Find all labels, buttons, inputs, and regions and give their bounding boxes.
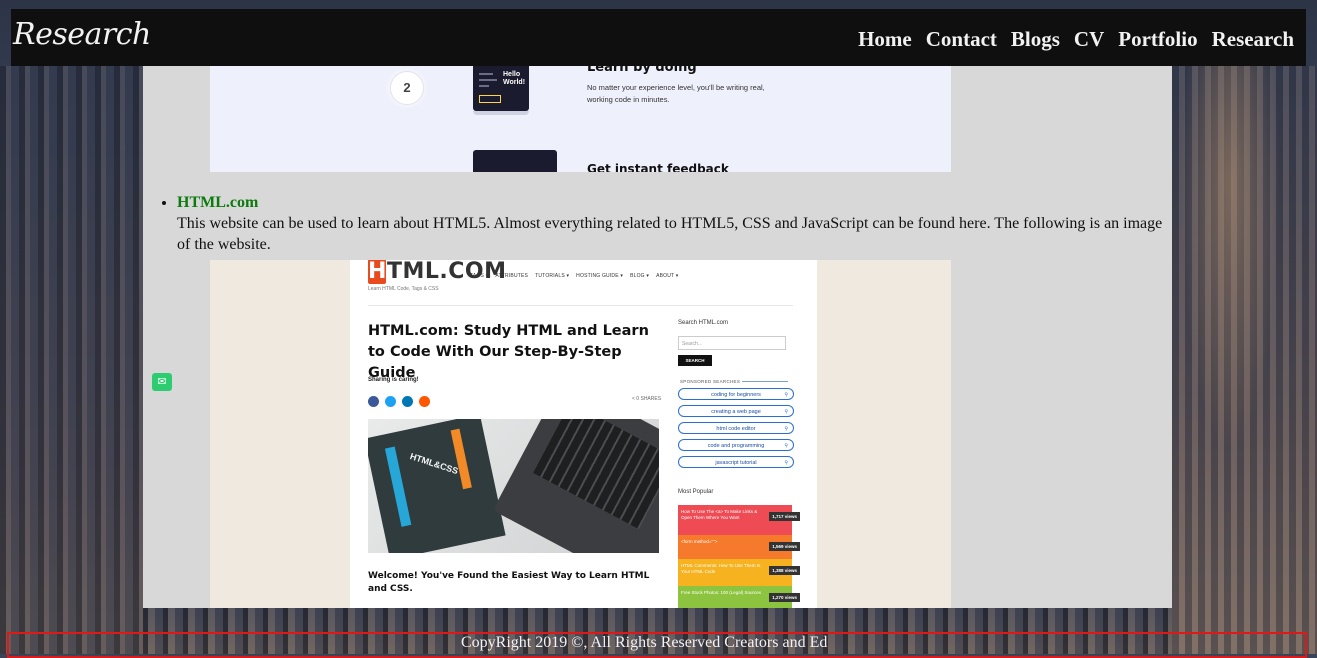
nav-link-contact[interactable]: Contact (926, 27, 997, 52)
learn-by-doing-title: Learn by doing (587, 66, 697, 75)
book-stripe (450, 428, 472, 490)
share-count: < 0 SHARES (632, 396, 662, 402)
nav-link-blogs[interactable]: Blogs (1011, 27, 1060, 52)
reddit-icon (419, 396, 430, 407)
htmlcom-nav-item: ABOUT ▾ (656, 273, 679, 279)
sponsored-pill: coding for beginners ⚲ (678, 388, 794, 400)
htmlcom-nav-item: HOSTING GUIDE ▾ (576, 273, 624, 279)
site-logo[interactable]: Research (13, 17, 151, 52)
feedback-thumbnail (473, 150, 557, 172)
most-popular-text: Free Stock Photos: 100 (Legal) Sources (681, 590, 762, 595)
htmlcom-tagline: Learn HTML Code, Tags & CSS (368, 286, 439, 292)
pill-label: creating a web page (711, 409, 761, 415)
background-bookshelf-left (0, 66, 143, 654)
sponsored-pill: html code editor ⚲ (678, 422, 794, 434)
htmlcom-logo-mark: H (368, 260, 387, 284)
facebook-icon (368, 396, 379, 407)
footer: CopyRight 2019 ©, All Rights Reserved Cr… (7, 632, 1307, 658)
code-preview-thumbnail: Hello World! (473, 66, 529, 111)
list-item: HTML.com This website can be used to lea… (177, 192, 1171, 255)
learn-by-doing-text: No matter your experience level, you'll … (587, 83, 765, 104)
htmlcom-sidebar: Search HTML.com Search... SEARCH SPONSOR… (678, 260, 808, 608)
most-popular-text: <form method=""> (681, 539, 718, 544)
background-bookshelf-right (1172, 66, 1317, 654)
resource-description: This website can be used to learn about … (177, 215, 1163, 253)
website-screenshot-previous: 2 Hello World! Learn by doing No matter … (210, 66, 951, 172)
step-number: 2 (390, 71, 424, 105)
nav-link-portfolio[interactable]: Portfolio (1118, 27, 1197, 52)
sponsored-label: SPONSORED SEARCHES (680, 379, 741, 384)
code-line (479, 85, 489, 87)
pill-label: coding for beginners (711, 392, 761, 398)
welcome-heading: Welcome! You've Found the Easiest Way to… (368, 571, 650, 594)
sidebar-search-button: SEARCH (678, 355, 712, 366)
twitter-icon (385, 396, 396, 407)
views-badge: 1,388 views (769, 566, 800, 575)
code-line (479, 73, 493, 75)
sidebar-search-input: Search... (678, 336, 786, 350)
most-popular-item: How To Use The <a> To Make Links & Open … (678, 505, 800, 535)
htmlcom-nav-item: ATTRIBUTES (495, 273, 529, 279)
nav-link-cv[interactable]: CV (1074, 27, 1104, 52)
most-popular-title: Most Popular (678, 489, 714, 495)
htmlcom-page: HTML.COM Learn HTML Code, Tags & CSS TAG… (350, 260, 817, 608)
laptop-image (492, 419, 659, 553)
search-icon: ⚲ (784, 409, 788, 415)
laptop-keyboard (533, 419, 659, 530)
code-line (479, 79, 497, 81)
code-preview-output: Hello World! (503, 71, 526, 86)
most-popular-text: HTML Comments: How To Use Them In Your H… (681, 563, 761, 574)
chat-support-button[interactable]: ✉ (152, 373, 172, 391)
most-popular-text: How To Use The <a> To Make Links & Open … (681, 509, 758, 520)
search-icon: ⚲ (784, 460, 788, 466)
instant-feedback-title: Get instant feedback (587, 162, 729, 172)
divider (742, 381, 788, 382)
sharing-label: Sharing is caring! (368, 377, 419, 383)
views-badge: 1,717 views (769, 512, 800, 521)
pill-label: html code editor (716, 426, 756, 432)
htmlcom-logo: HTML.COM (368, 260, 507, 284)
hero-image: HTML&CSS (368, 419, 659, 553)
book-image: HTML&CSS (368, 419, 506, 553)
resource-list: HTML.com This website can be used to lea… (161, 192, 1171, 255)
linkedin-icon (402, 396, 413, 407)
sidebar-search-title: Search HTML.com (678, 320, 729, 326)
top-navbar: Research Home Contact Blogs CV Portfolio… (11, 9, 1306, 66)
nav-links: Home Contact Blogs CV Portfolio Research (858, 27, 1294, 52)
htmlcom-nav: TAGS ▾ ATTRIBUTES TUTORIALS ▾ HOSTING GU… (470, 273, 679, 279)
htmlcom-nav-item: TUTORIALS ▾ (535, 273, 570, 279)
htmlcom-link[interactable]: HTML.com (177, 194, 258, 211)
resource-entry: HTML.com This website can be used to lea… (161, 192, 1171, 255)
htmlcom-headline: HTML.com: Study HTML and Learn to Code W… (368, 323, 649, 381)
footer-copyright: CopyRight 2019 ©, All Rights Reserved Cr… (461, 634, 828, 651)
pill-label: code and programming (707, 443, 765, 449)
book-title: HTML&CSS (408, 451, 460, 477)
monitor-stand (473, 111, 529, 115)
search-icon: ⚲ (784, 443, 788, 449)
search-icon: ⚲ (784, 392, 788, 398)
sponsored-pill: creating a web page ⚲ (678, 405, 794, 417)
most-popular-item: Free Stock Photos: 100 (Legal) Sources 1… (678, 586, 800, 608)
sponsored-pill: code and programming ⚲ (678, 439, 794, 451)
htmlcom-nav-item: BLOG ▾ (630, 273, 650, 279)
code-preview-button (479, 95, 501, 103)
views-badge: 1,569 views (769, 542, 800, 551)
htmlcom-logo-text: TML.COM (387, 260, 507, 284)
pill-label: javascript tutorial (715, 460, 757, 466)
book-stripe (384, 446, 412, 527)
search-icon: ⚲ (784, 426, 788, 432)
views-badge: 1,270 views (769, 593, 800, 602)
most-popular-item: <form method=""> 1,569 views (678, 535, 800, 559)
sponsored-pill: javascript tutorial ⚲ (678, 456, 794, 468)
most-popular-item: HTML Comments: How To Use Them In Your H… (678, 559, 800, 586)
nav-link-research[interactable]: Research (1212, 27, 1294, 52)
htmlcom-nav-item: TAGS ▾ (470, 273, 489, 279)
nav-link-home[interactable]: Home (858, 27, 912, 52)
main-content: 2 Hello World! Learn by doing No matter … (143, 66, 1172, 608)
website-screenshot-htmlcom: HTML.COM Learn HTML Code, Tags & CSS TAG… (210, 260, 951, 608)
